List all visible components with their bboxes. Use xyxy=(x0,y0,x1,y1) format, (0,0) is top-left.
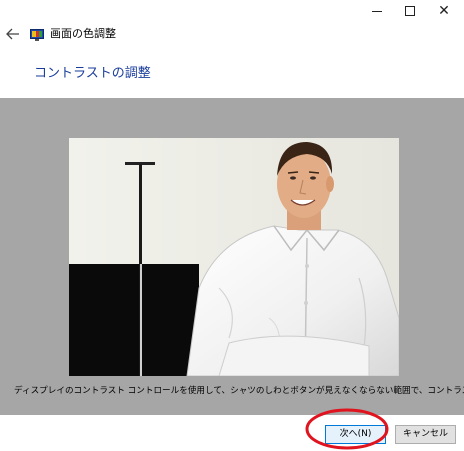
color-calibration-window: ✕ 画面の色調整 コントラストの調整 ディスプレイのコントラスト コントロールを… xyxy=(0,0,464,451)
minimize-icon[interactable] xyxy=(361,0,393,22)
cancel-button[interactable]: キャンセル xyxy=(395,425,456,444)
next-button[interactable]: 次へ(N) xyxy=(325,425,386,444)
display-settings-icon xyxy=(30,27,44,41)
page-heading: コントラストの調整 xyxy=(34,66,151,81)
close-icon[interactable]: ✕ xyxy=(428,0,460,22)
window-title: 画面の色調整 xyxy=(50,27,116,40)
calibration-content: ディスプレイのコントラスト コントロールを使用して、シャツのしわとボタンが見えな… xyxy=(0,98,464,415)
contrast-calibration-photo xyxy=(69,138,399,376)
back-arrow-icon[interactable] xyxy=(5,26,21,42)
title-bar: ✕ xyxy=(0,0,464,22)
instruction-text: ディスプレイのコントラスト コントロールを使用して、シャツのしわとボタンが見えな… xyxy=(14,386,464,396)
maximize-icon[interactable] xyxy=(394,0,426,22)
